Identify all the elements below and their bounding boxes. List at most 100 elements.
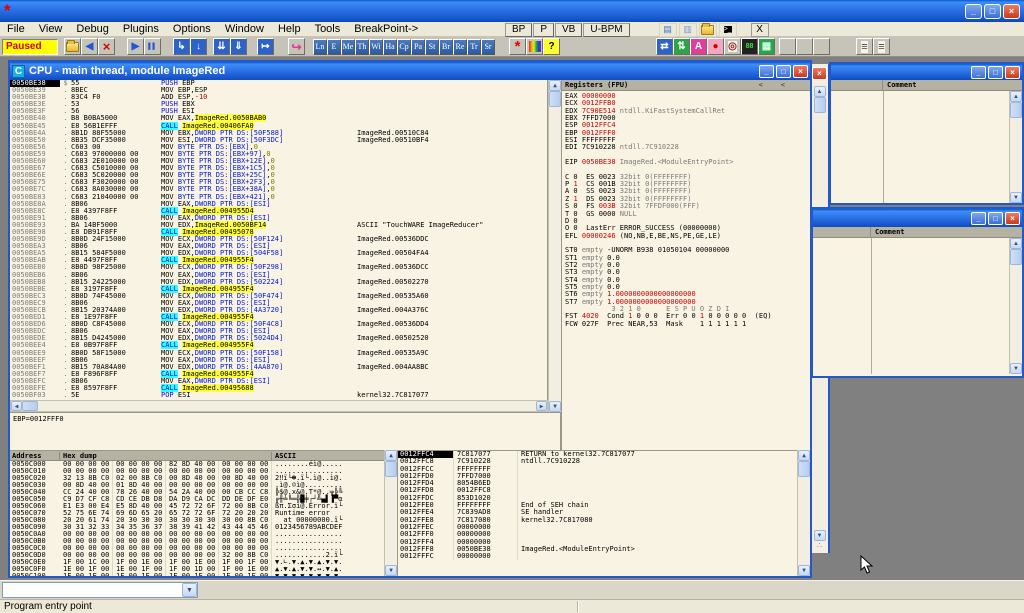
window-button-me[interactable]: Me xyxy=(341,39,355,55)
plugin-console-icon[interactable]: >_ xyxy=(719,23,737,37)
window-button-cp[interactable]: Cp xyxy=(397,39,411,55)
menu-help[interactable]: Help xyxy=(271,22,308,37)
scroll-up-icon[interactable]: ▲ xyxy=(549,80,561,91)
window-button-th[interactable]: Th xyxy=(355,39,369,55)
registers-pane[interactable]: Registers (FPU) << EAX 00000000ECX 0012F… xyxy=(561,80,810,450)
cpu-window[interactable]: C CPU - main thread, module ImageRed _ □… xyxy=(8,60,812,578)
scroll-down-icon[interactable]: ▼ xyxy=(549,401,561,412)
disasm-row[interactable]: 0050BE83.C683 21040000 00MOV BYTE PTR DS… xyxy=(10,194,547,201)
command-combobox[interactable]: ▼ xyxy=(2,582,198,598)
scrollbar-thumb[interactable] xyxy=(1010,249,1022,265)
stack-pane[interactable]: 0012FFC47C817077RETURN to kernel32.7C817… xyxy=(397,450,797,576)
toolbar-goto-icon[interactable]: ↪ xyxy=(288,38,305,55)
scrollbar-thumb[interactable] xyxy=(549,91,561,107)
cpu-window-titlebar[interactable]: C CPU - main thread, module ImageRed _ □… xyxy=(10,62,810,80)
scroll-up-icon[interactable]: ▲ xyxy=(385,450,397,461)
window-button-st[interactable]: St xyxy=(425,39,439,55)
disasm-row[interactable]: 0050BEB0.8B0D 98F25000MOV ECX,DWORD PTR … xyxy=(10,264,547,271)
restore-icon[interactable]: □ xyxy=(776,65,791,78)
scrollbar-thumb[interactable] xyxy=(814,97,826,113)
close-icon[interactable]: × xyxy=(812,67,827,80)
disasm-row[interactable]: 0050BED6.8B0D C8F45000MOV ECX,DWORD PTR … xyxy=(10,321,547,328)
plugin-script-icon[interactable]: ▥ xyxy=(679,23,697,37)
toolbar-open-file-icon[interactable] xyxy=(64,38,81,55)
plugin-open-folder-icon[interactable] xyxy=(699,23,717,37)
toolbar-updown-arrows-icon[interactable]: ⇅ xyxy=(673,38,690,55)
register-row[interactable]: EIP 0050BE38 ImageRed.<ModuleEntryPoint> xyxy=(565,159,810,166)
menu-window[interactable]: Window xyxy=(218,22,271,37)
disasm-row[interactable]: 0050BEE9.8B0D 58F15000MOV ECX,DWORD PTR … xyxy=(10,350,547,357)
info-pane[interactable]: EBP=0012FFF0 xyxy=(10,412,561,450)
disasm-row[interactable]: 0050BE38$55PUSH EBP xyxy=(10,80,547,87)
restore-icon[interactable]: □ xyxy=(988,212,1003,225)
toolbar-counter-icon[interactable]: 88 xyxy=(741,38,758,55)
window-button-ha[interactable]: Ha xyxy=(383,39,397,55)
restore-icon[interactable]: □ xyxy=(988,66,1003,79)
toolbar-animate-into-icon[interactable]: ⇊ xyxy=(213,38,230,55)
command-input[interactable] xyxy=(3,583,182,597)
column-header[interactable]: Comment xyxy=(813,227,1022,238)
window-button-e[interactable]: E xyxy=(327,39,341,55)
plugin-close-button[interactable]: X xyxy=(751,23,769,37)
toolbar-assembler-icon[interactable]: A xyxy=(690,38,707,55)
scroll-down-icon[interactable]: ▼ xyxy=(1010,192,1022,203)
window-button-sr[interactable]: Sr xyxy=(481,39,495,55)
scroll-down-icon[interactable]: ▼ xyxy=(798,565,810,576)
disasm-row[interactable]: 0050BE8C.E8 4397F8FFCALL ImageRed.004955… xyxy=(10,208,547,215)
comment-window-bottom[interactable]: _ □ × Comment ▲ ▼ xyxy=(811,207,1024,378)
toolbar-animate-over-icon[interactable]: ⇓ xyxy=(230,38,247,55)
close-button[interactable]: × xyxy=(1003,4,1020,19)
app-titlebar[interactable]: * _ □ × xyxy=(0,0,1024,22)
dump-pane[interactable]: Address Hex dump ASCII 0050C00000 00 00 … xyxy=(10,450,384,576)
menu-breakpoint[interactable]: BreakPoint-> xyxy=(347,22,425,37)
scrollbar-thumb[interactable] xyxy=(798,461,810,477)
scrollbar-thumb[interactable] xyxy=(22,401,38,411)
window-button-re[interactable]: Re xyxy=(453,39,467,55)
toolbar-report-list-icon[interactable]: ≡ xyxy=(873,38,890,55)
scroll-up-icon[interactable]: ▲ xyxy=(798,450,810,461)
toolbar-pause-icon[interactable]: ▌▌ xyxy=(144,38,161,55)
close-icon[interactable]: × xyxy=(793,65,808,78)
toolbar-options-gear-icon[interactable]: * xyxy=(509,38,526,55)
scroll-right-icon[interactable]: ▶ xyxy=(536,401,547,411)
comment-window-top[interactable]: _ □ × Comment ▲ ▼ xyxy=(829,62,1024,205)
plugin-notes-icon[interactable]: ▤ xyxy=(659,23,677,37)
menu-options[interactable]: Options xyxy=(166,22,218,37)
scroll-up-icon[interactable]: ▲ xyxy=(1010,238,1022,249)
minimize-button[interactable]: _ xyxy=(965,4,982,19)
scrollbar[interactable]: ▲ ▼ xyxy=(1009,91,1022,203)
window-button-br[interactable]: Br xyxy=(439,39,453,55)
stack-row[interactable]: 0012FFFC00000000 xyxy=(398,553,797,560)
toolbar-help-icon[interactable]: ? xyxy=(543,38,560,55)
disasm-row[interactable]: 0050BE9D.8B0D 24F15000MOV ECX,DWORD PTR … xyxy=(10,236,547,243)
close-icon[interactable]: × xyxy=(1005,212,1020,225)
scroll-left-icon[interactable]: ◀ xyxy=(11,401,22,411)
plugin-button-u-bpm[interactable]: U-BPM xyxy=(583,23,629,37)
disasm-row[interactable]: 0050BE3B.83C4 F0ADD ESP,-10 xyxy=(10,94,547,101)
stack-vscrollbar[interactable]: ▲ ▼ xyxy=(797,450,810,576)
scrollbar-thumb[interactable] xyxy=(1010,102,1022,118)
toolbar-restart-icon[interactable]: ◀ xyxy=(81,38,98,55)
scrollbar-thumb[interactable] xyxy=(385,461,397,477)
plugin-button-vb[interactable]: VB xyxy=(555,23,582,37)
scroll-down-icon[interactable]: ▼ xyxy=(1010,363,1022,374)
toolbar-spiral-icon[interactable]: ◎ xyxy=(724,38,741,55)
window-button-wi[interactable]: Wi xyxy=(369,39,383,55)
toolbar-map-window-icon[interactable]: ▦ xyxy=(758,38,775,55)
column-header[interactable]: Comment xyxy=(831,80,1022,91)
toolbar-execute-till-return-icon[interactable]: ↦ xyxy=(257,38,274,55)
register-row[interactable]: T 0 GS 0000 NULL xyxy=(565,211,810,218)
toolbar-sync-arrows-icon[interactable]: ⇄ xyxy=(656,38,673,55)
disasm-row[interactable]: 0050BEC3.8B0D 74F45000MOV ECX,DWORD PTR … xyxy=(10,293,547,300)
plugin-button-bp[interactable]: BP xyxy=(505,23,532,37)
dump-vscrollbar[interactable]: ▲ ▼ xyxy=(384,450,397,576)
toolbar-run-icon[interactable]: ▶ xyxy=(127,38,144,55)
dump-row[interactable]: 0050C1001F 00 1F 001F 00 1F 001F 00 1F 0… xyxy=(10,573,384,576)
menu-debug[interactable]: Debug xyxy=(69,22,115,37)
plugin-button-p[interactable]: P xyxy=(533,23,554,37)
window-button-pa[interactable]: Pa xyxy=(411,39,425,55)
disassembly-vscrollbar[interactable]: ▲ ▼ xyxy=(548,80,561,412)
disassembly-pane[interactable]: 0050BE38$55PUSH EBP0050BE39.8BECMOV EBP,… xyxy=(10,80,548,400)
scrollbar[interactable]: ▲ ▼ xyxy=(1009,238,1022,374)
disasm-row[interactable]: 0050BE3E.53PUSH EBX xyxy=(10,101,547,108)
